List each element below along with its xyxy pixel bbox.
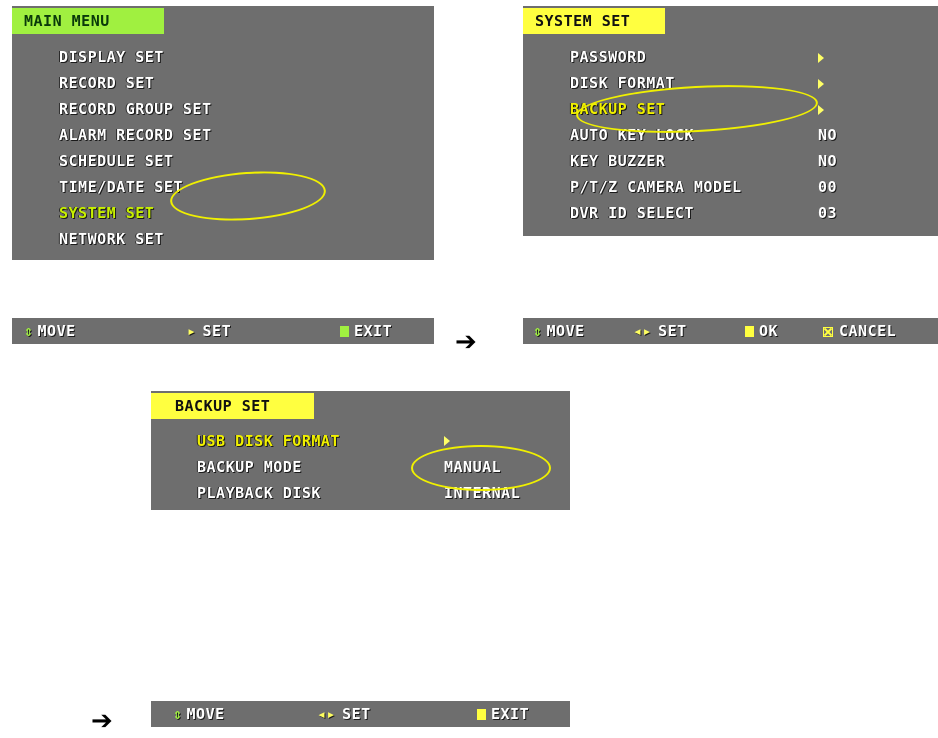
move-label: MOVE	[37, 322, 76, 340]
backup-item-usb-disk-format[interactable]: USB DISK FORMAT	[197, 432, 340, 450]
system-item-key-buzzer[interactable]: KEY BUZZER	[570, 152, 665, 170]
square-icon	[745, 326, 754, 337]
move-label: MOVE	[186, 705, 225, 723]
backup-set-footer: ⇕ MOVE ◂▸ SET EXIT	[151, 701, 570, 727]
square-icon	[340, 326, 349, 337]
auto-key-lock-value: NO	[818, 126, 838, 144]
up-down-icon: ⇕	[173, 705, 183, 723]
submenu-arrow-icon	[818, 79, 824, 89]
main-menu-title: MAIN MENU	[12, 8, 164, 34]
set-label: SET	[658, 322, 687, 340]
system-item-dvr-id-select[interactable]: DVR ID SELECT	[570, 204, 694, 222]
main-menu-footer: ⇕ MOVE ▸ SET EXIT	[12, 318, 434, 344]
menu-item-network-set[interactable]: NETWORK SET	[59, 230, 164, 248]
system-set-title: SYSTEM SET	[523, 8, 665, 34]
dvr-id-select-value: 03	[818, 204, 838, 222]
menu-item-time-date-set[interactable]: TIME/DATE SET	[59, 178, 183, 196]
backup-set-title: BACKUP SET	[151, 393, 314, 419]
submenu-arrow-icon	[818, 105, 824, 115]
set-label: SET	[202, 322, 232, 340]
set-hint: ◂▸ SET	[317, 705, 371, 723]
set-label: SET	[342, 705, 371, 723]
arrow-icon: ➔	[455, 327, 477, 357]
move-hint: ⇕ MOVE	[533, 322, 585, 340]
cancel-label: CANCEL	[839, 322, 897, 340]
menu-item-alarm-record-set[interactable]: ALARM RECORD SET	[59, 126, 212, 144]
backup-item-playback-disk[interactable]: PLAYBACK DISK	[197, 484, 321, 502]
menu-item-display-set[interactable]: DISPLAY SET	[59, 48, 164, 66]
key-buzzer-value: NO	[818, 152, 838, 170]
submenu-arrow-icon	[444, 436, 450, 446]
menu-item-system-set[interactable]: SYSTEM SET	[59, 204, 154, 222]
cancel-hint: CANCEL	[823, 322, 896, 340]
move-label: MOVE	[546, 322, 585, 340]
exit-label: EXIT	[354, 322, 393, 340]
right-arrow-icon: ▸	[187, 322, 197, 340]
system-item-ptz-camera-model[interactable]: P/T/Z CAMERA MODEL	[570, 178, 742, 196]
menu-item-record-set[interactable]: RECORD SET	[59, 74, 154, 92]
system-item-password[interactable]: PASSWORD	[570, 48, 646, 66]
ptz-camera-model-value: 00	[818, 178, 838, 196]
left-right-icon: ◂▸	[317, 705, 337, 723]
selection-circle	[411, 445, 551, 491]
up-down-icon: ⇕	[24, 322, 34, 340]
backup-item-backup-mode[interactable]: BACKUP MODE	[197, 458, 302, 476]
ok-hint: OK	[745, 322, 778, 340]
submenu-arrow-icon	[818, 53, 824, 63]
move-hint: ⇕ MOVE	[173, 705, 225, 723]
arrow-icon: ➔	[91, 706, 113, 736]
ok-label: OK	[759, 322, 779, 340]
menu-item-schedule-set[interactable]: SCHEDULE SET	[59, 152, 173, 170]
up-down-icon: ⇕	[533, 322, 543, 340]
system-set-footer: ⇕ MOVE ◂▸ SET OK CANCEL	[523, 318, 938, 344]
set-hint: ◂▸ SET	[633, 322, 687, 340]
exit-label: EXIT	[491, 705, 530, 723]
exit-hint: EXIT	[340, 322, 392, 340]
menu-item-record-group-set[interactable]: RECORD GROUP SET	[59, 100, 212, 118]
exit-hint: EXIT	[477, 705, 529, 723]
square-icon	[477, 709, 486, 720]
set-hint: ▸ SET	[187, 322, 231, 340]
cancel-box-icon	[823, 327, 833, 337]
left-right-icon: ◂▸	[633, 322, 653, 340]
move-hint: ⇕ MOVE	[24, 322, 76, 340]
